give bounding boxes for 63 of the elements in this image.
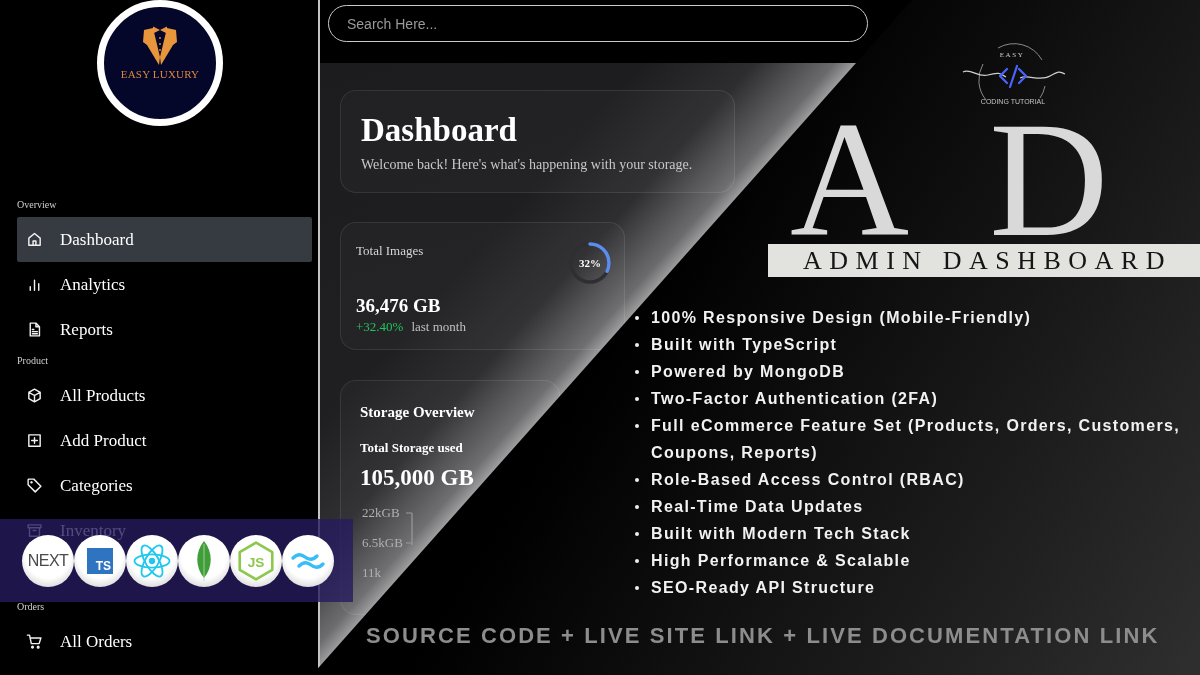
feature-text: Built with TypeScript — [651, 335, 838, 355]
monogram-letter: A — [790, 118, 910, 242]
logo-text: TS — [87, 547, 113, 574]
axis-label: 6.5kGB — [362, 534, 403, 552]
sidebar-item[interactable]: Dashboard — [17, 217, 312, 262]
section-label: Product — [17, 354, 50, 368]
sidebar-item[interactable]: Categories — [17, 463, 312, 508]
axis-label: 22kGB — [362, 504, 400, 522]
code-brackets-logo-icon — [962, 43, 1066, 101]
sidebar-item[interactable]: Reports — [17, 307, 312, 352]
page-subtitle: Welcome back! Here's what's happening with your storage. — [361, 156, 694, 174]
sidebar-item[interactable]: All Orders — [17, 619, 312, 664]
feature-text: High Performance & Scalable — [651, 551, 911, 571]
bullet-icon — [635, 586, 639, 590]
bullet-icon — [635, 424, 639, 428]
feature-text: Full eCommerce Feature Set (Products, Orders, Customers, Coupons, Reports) — [651, 416, 1182, 463]
section-label: Orders — [17, 600, 46, 614]
sidebar-item[interactable]: Add Product — [17, 418, 312, 463]
card-title: Storage Overview — [360, 403, 476, 422]
cart-icon — [26, 633, 43, 650]
tuxedo-icon — [143, 26, 177, 65]
monogram-letter: D — [989, 118, 1109, 242]
bullet-icon — [635, 505, 639, 509]
change-value: +32.40% — [356, 318, 404, 336]
y-axis — [406, 512, 413, 546]
wave-icon — [282, 534, 334, 587]
storage-value: 105,000 GB — [360, 464, 475, 492]
bullet-icon — [635, 532, 639, 536]
tag-icon — [26, 477, 43, 494]
sidebar-item[interactable]: Analytics — [17, 262, 312, 307]
feature-text: Two-Factor Authentication (2FA) — [651, 389, 939, 409]
feature-text: Real-Time Data Updates — [651, 497, 864, 517]
page-title: Dashboard — [361, 111, 518, 150]
bullet-icon — [635, 478, 639, 482]
hexagon-icon — [238, 540, 274, 581]
title-banner: ADMIN DASHBOARD — [768, 244, 1200, 277]
feature-text: Built with Modern Tech Stack — [651, 524, 911, 544]
sidebar-item[interactable]: All Products — [17, 373, 312, 418]
cube-icon — [26, 387, 43, 404]
bullet-icon — [635, 397, 639, 401]
promo-footer: SOURCE CODE + LIVE SITE LINK + LIVE DOCUMENTATION LINK — [366, 624, 1160, 648]
card-subtitle: Total Storage used — [360, 440, 464, 456]
feature-text: Role-Based Access Control (RBAC) — [651, 470, 965, 490]
section-label: Overview — [17, 198, 58, 212]
search-field[interactable]: Search Here... — [328, 5, 868, 42]
feature-text: SEO-Ready API Structure — [651, 578, 876, 598]
logo-text: JS — [247, 554, 265, 570]
atom-icon — [126, 534, 178, 587]
feature-text: Powered by MongoDB — [651, 362, 846, 382]
axis-label: 11k — [362, 564, 382, 582]
ring-value: 32% — [579, 256, 601, 270]
logo-text: NEXT — [27, 551, 69, 570]
bullet-icon — [635, 343, 639, 347]
home-icon — [26, 231, 43, 248]
feature-text: 100% Responsive Design (Mobile-Friendly) — [651, 308, 1032, 328]
bullet-icon — [635, 370, 639, 374]
bullet-icon — [635, 559, 639, 563]
bullet-icon — [635, 316, 639, 320]
stat-value: 36,476 GB — [356, 294, 442, 318]
stat-label: Total Images — [356, 243, 424, 259]
change-period: last month — [411, 318, 466, 336]
leaf-icon — [178, 534, 230, 587]
logo-text: EASY LUXURY — [120, 68, 200, 80]
